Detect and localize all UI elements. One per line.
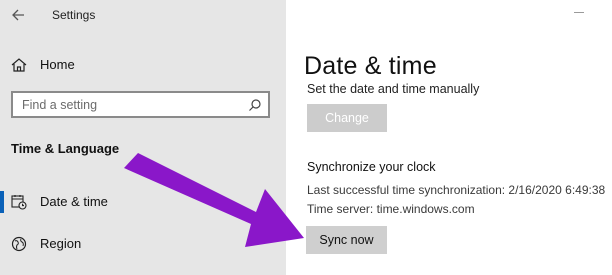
app-title: Settings xyxy=(52,8,96,22)
sidebar-item-label: Date & time xyxy=(40,194,108,209)
back-arrow-icon[interactable] xyxy=(10,6,30,24)
section-heading: Time & Language xyxy=(11,141,120,156)
search-input[interactable]: Find a setting xyxy=(11,91,270,118)
change-button[interactable]: Change xyxy=(307,104,387,132)
home-icon xyxy=(10,56,28,74)
manual-datetime-label: Set the date and time manually xyxy=(307,82,480,96)
sync-heading: Synchronize your clock xyxy=(307,160,436,174)
sidebar-item-label: Home xyxy=(40,57,75,72)
search-placeholder: Find a setting xyxy=(22,98,98,112)
time-server-text: Time server: time.windows.com xyxy=(307,202,475,216)
sidebar: Settings Home Find a setting Time & Lang… xyxy=(0,0,286,275)
sidebar-item-label: Region xyxy=(40,236,82,251)
last-sync-text: Last successful time synchronization: 2/… xyxy=(307,183,606,197)
sidebar-item-date-time[interactable]: Date & time xyxy=(0,185,286,219)
page-title: Date & time xyxy=(304,52,437,80)
sync-now-button[interactable]: Sync now xyxy=(306,226,387,254)
search-icon[interactable] xyxy=(248,98,262,112)
minimize-button[interactable] xyxy=(574,12,584,13)
calendar-clock-icon xyxy=(10,193,28,211)
globe-icon xyxy=(10,235,28,253)
sidebar-item-region[interactable]: Region xyxy=(0,227,286,261)
sidebar-item-home[interactable]: Home xyxy=(0,48,286,82)
